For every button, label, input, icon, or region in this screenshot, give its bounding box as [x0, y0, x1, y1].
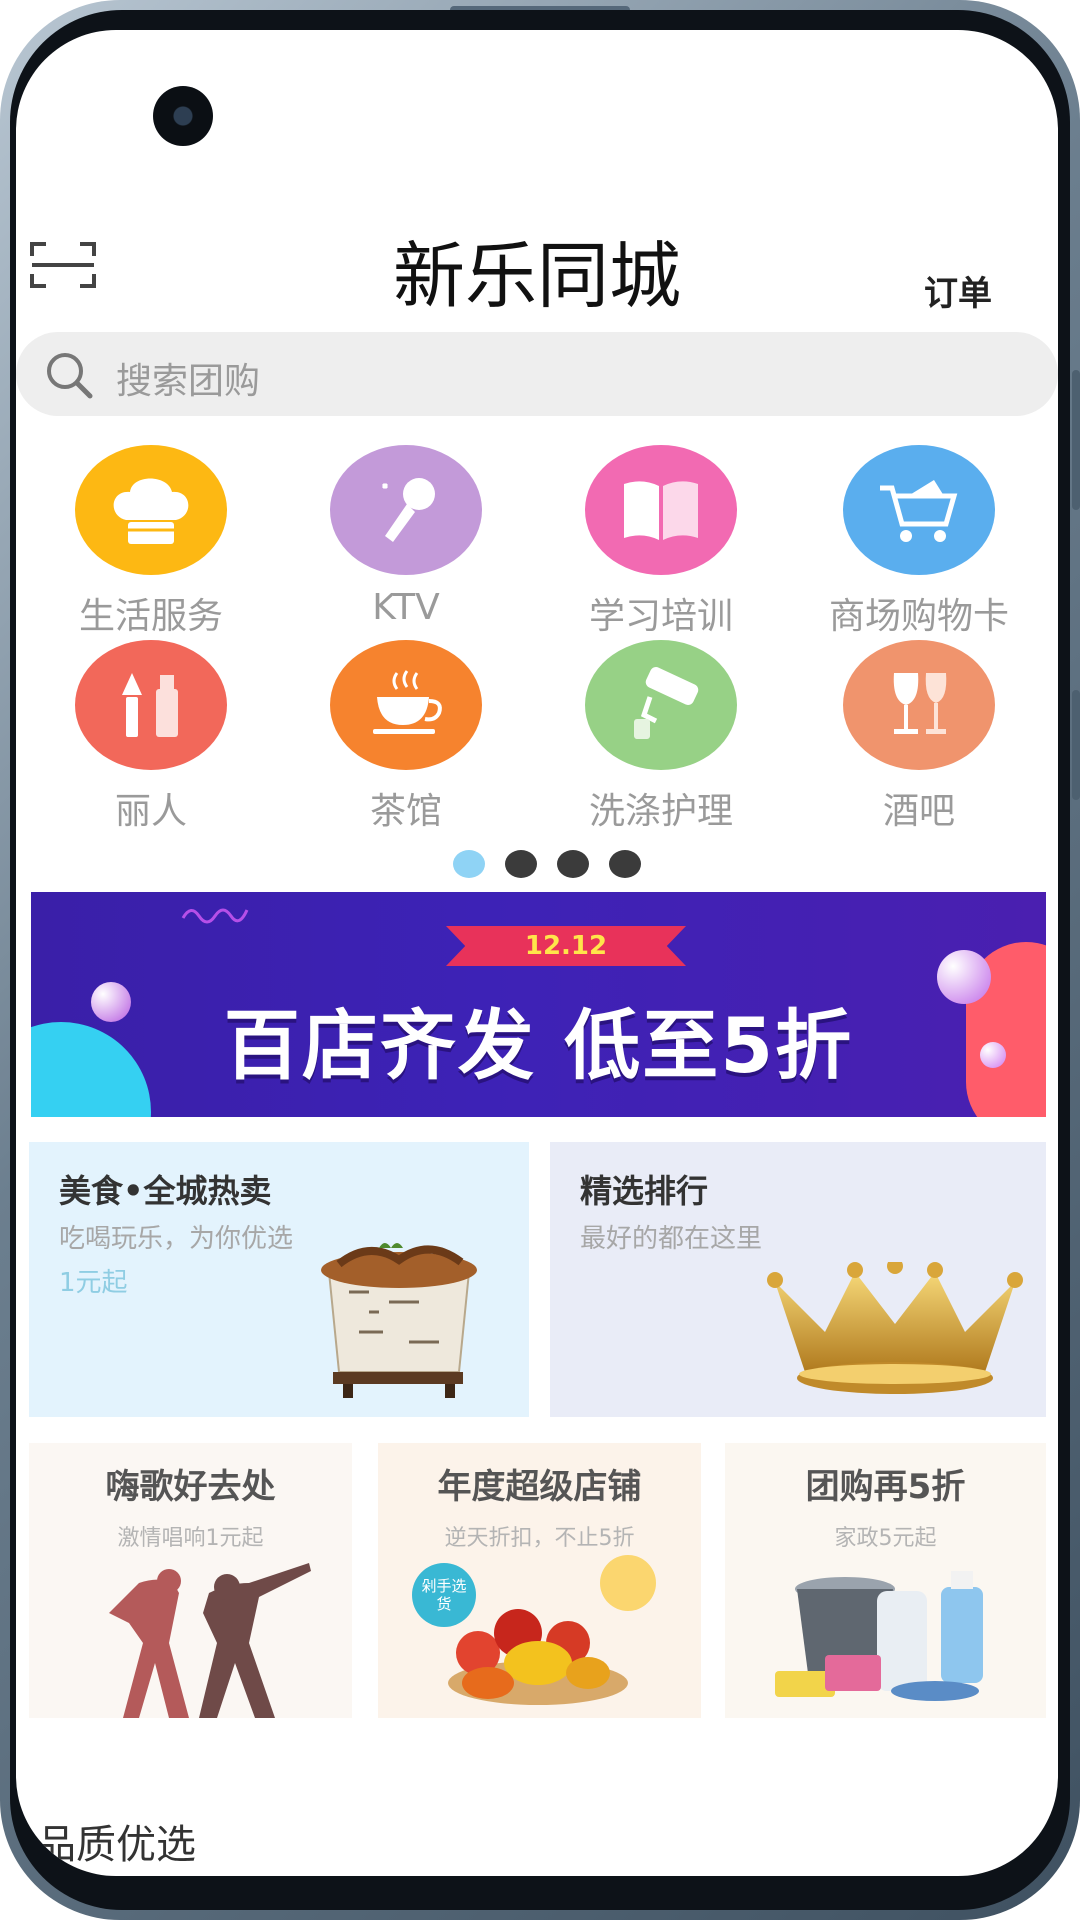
category-label: 商场购物卡	[828, 596, 1009, 637]
pager-dot[interactable]	[609, 850, 641, 878]
cosmetics-icon	[75, 640, 227, 770]
page-title: 新乐同城	[392, 234, 681, 318]
wine-glass-icon	[843, 640, 995, 770]
search-bar[interactable]: 搜索团购	[16, 332, 1058, 416]
category-life-service[interactable]: 生活服务	[56, 445, 246, 645]
volume-button	[1072, 370, 1080, 510]
card-title: 年度超级店铺	[437, 1467, 642, 1507]
dancers-image	[109, 1563, 311, 1718]
category-teahouse[interactable]: 茶馆	[311, 640, 501, 840]
category-label: 生活服务	[78, 596, 223, 637]
pager-dots	[16, 850, 1058, 880]
card-subtitle: 激情唱响1元起	[117, 1526, 264, 1551]
category-laundry[interactable]: 洗涤护理	[566, 640, 756, 840]
screen: 新乐同城 订单 搜索团购 生活服务 KTV 学习培训 商场购物卡 丽人 茶馆 洗…	[16, 30, 1058, 1876]
microphone-icon	[330, 445, 482, 575]
shopping-cart-icon	[843, 445, 995, 575]
promo-card-group-buy[interactable]: 团购再5折 家政5元起	[725, 1443, 1046, 1718]
power-button	[1072, 690, 1080, 800]
banner-headline: 百店齐发 低至5折	[223, 1001, 854, 1090]
category-label: 茶馆	[369, 791, 442, 832]
category-ktv[interactable]: KTV	[311, 445, 501, 645]
feature-card-food[interactable]: 美食•全城热卖 吃喝玩乐，为你优选 1元起	[29, 1142, 529, 1417]
chef-hat-icon	[75, 445, 227, 575]
search-icon	[47, 353, 93, 399]
section-title: 品质优选	[36, 1822, 196, 1868]
category-study[interactable]: 学习培训	[566, 445, 756, 645]
banner-decoration	[181, 908, 249, 924]
category-mall-card[interactable]: 商场购物卡	[824, 445, 1014, 645]
category-label: 学习培训	[588, 596, 733, 637]
phone-frame: 新乐同城 订单 搜索团购 生活服务 KTV 学习培训 商场购物卡 丽人 茶馆 洗…	[0, 0, 1080, 1920]
promo-banner[interactable]: 12.12 百店齐发 低至5折	[31, 892, 1046, 1117]
tea-cup-icon	[330, 640, 482, 770]
cleaning-supplies-image	[775, 1571, 983, 1701]
book-icon	[585, 445, 737, 575]
card-title: 精选排行	[580, 1172, 709, 1210]
order-link[interactable]: 订单	[924, 266, 992, 315]
category-label: KTV	[372, 587, 440, 628]
paint-roller-icon	[585, 640, 737, 770]
category-label: 丽人	[114, 791, 187, 832]
app-header: 新乐同城 订单	[16, 210, 1058, 318]
card-title: 嗨歌好去处	[105, 1467, 276, 1507]
card-subtitle: 逆天折扣，不止5折	[444, 1526, 635, 1551]
promo-badge: 剁手选货	[412, 1563, 476, 1627]
grill-dish-image	[321, 1243, 477, 1398]
card-subtitle: 家政5元起	[834, 1526, 937, 1551]
category-label: 洗涤护理	[588, 791, 733, 832]
card-subtitle: 最好的都在这里	[580, 1224, 763, 1254]
promo-card-super-store[interactable]: 年度超级店铺 逆天折扣，不止5折 剁手选货	[378, 1443, 701, 1718]
card-title: 美食•全城热卖	[59, 1172, 272, 1210]
pager-dot[interactable]	[557, 850, 589, 878]
category-beauty[interactable]: 丽人	[56, 640, 246, 840]
front-camera	[153, 86, 213, 146]
card-title: 团购再5折	[805, 1467, 966, 1507]
card-price: 1元起	[59, 1268, 128, 1298]
category-label: 酒吧	[882, 791, 955, 832]
feature-card-ranking[interactable]: 精选排行 最好的都在这里	[550, 1142, 1046, 1417]
search-input[interactable]: 搜索团购	[116, 352, 260, 404]
category-bar[interactable]: 酒吧	[824, 640, 1014, 840]
banner-ribbon: 12.12	[446, 926, 686, 966]
pager-dot[interactable]	[505, 850, 537, 878]
pager-dot-active[interactable]	[453, 850, 485, 878]
crown-image	[767, 1262, 1023, 1394]
card-subtitle: 吃喝玩乐，为你优选	[59, 1224, 294, 1254]
promo-card-karaoke[interactable]: 嗨歌好去处 激情唱响1元起	[29, 1443, 352, 1718]
